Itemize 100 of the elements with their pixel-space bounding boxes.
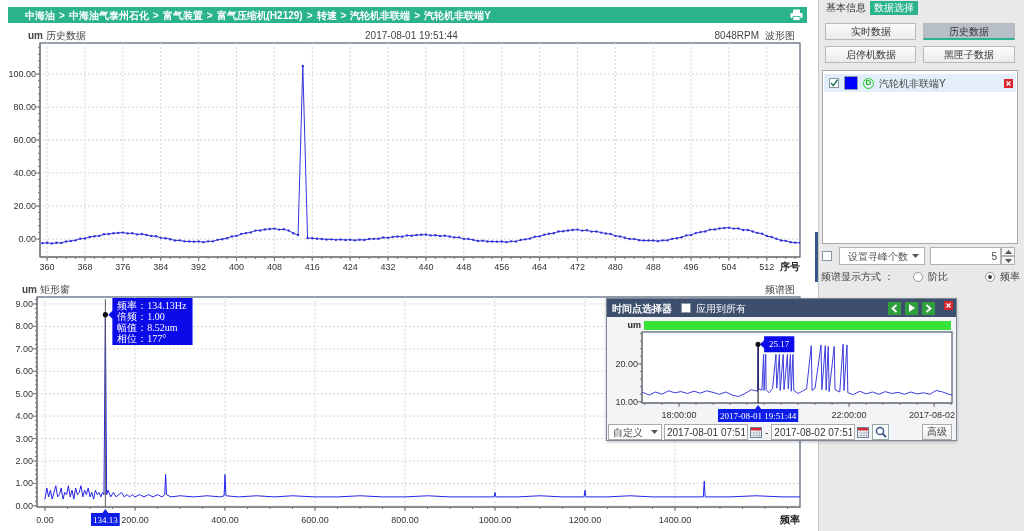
y-axis-label: 3.00 — [15, 433, 33, 444]
view-name: 波形图 — [765, 30, 795, 41]
next-button[interactable] — [922, 301, 935, 315]
data-source-button[interactable]: 实时数据 — [825, 23, 916, 40]
ref-line-label: 134.13 — [92, 515, 119, 525]
checkbox[interactable] — [822, 251, 832, 261]
x-axis-label: 408 — [266, 262, 282, 272]
y-axis-label: 2.00 — [15, 456, 33, 466]
advanced-button[interactable]: 高级 — [922, 424, 952, 440]
x-axis-label: 22:00:00 — [831, 410, 867, 420]
x-axis-label: 800.00 — [391, 515, 419, 525]
chart-title: 矩形窗 — [40, 284, 70, 295]
caret-icon — [651, 430, 658, 434]
range-separator: - — [765, 425, 769, 440]
x-axis-label: 376 — [115, 262, 131, 272]
y-axis-label: 8.00 — [15, 321, 33, 332]
peak-count-field[interactable]: 5 — [930, 247, 1001, 265]
y-axis-label: 40.00 — [13, 168, 36, 178]
printer-icon[interactable] — [790, 9, 803, 21]
checkbox[interactable] — [681, 303, 691, 313]
channel-row[interactable]: D 汽轮机非联端Y — [824, 74, 1016, 92]
radio-icon[interactable] — [984, 271, 995, 282]
chart-title: 历史数据 — [46, 30, 86, 41]
y-axis-label: 7.00 — [15, 343, 33, 354]
x-axis-label: 480 — [607, 262, 623, 272]
x-axis-label: 400.00 — [211, 515, 239, 525]
y-axis-label: 1.00 — [15, 478, 33, 489]
data-source-button[interactable]: 启停机数据 — [825, 46, 916, 63]
speed-reading: 8048RPM — [714, 30, 759, 41]
x-axis-label: 400 — [229, 262, 245, 272]
x-axis-label: 1000.00 — [478, 515, 512, 525]
y-axis-label: 10.00 — [615, 396, 638, 407]
radio-option[interactable]: 频率 — [984, 269, 1020, 284]
x-axis-label: 440 — [418, 262, 434, 272]
timestamp: 2017-08-01 19:51:44 — [365, 30, 458, 42]
x-axis-label: 416 — [304, 262, 320, 272]
y-axis-label: 20.00 — [13, 201, 36, 211]
calendar-icon[interactable] — [750, 426, 762, 438]
radio-icon[interactable] — [912, 271, 923, 282]
y-axis-label: 20.00 — [615, 358, 638, 369]
collapse-handle[interactable] — [815, 232, 818, 282]
x-axis-label: 1200.00 — [568, 515, 602, 525]
x-axis-title: 序号 — [780, 261, 800, 272]
tooltip-line: 相位：177° — [117, 333, 167, 344]
spin-down-button[interactable] — [1001, 256, 1015, 265]
x-axis-label: 368 — [77, 262, 93, 272]
x-axis-label: 504 — [721, 262, 737, 272]
x-axis-label: 432 — [380, 262, 396, 272]
play-button[interactable] — [905, 301, 918, 315]
range-select[interactable]: 自定义 — [608, 424, 662, 440]
end-date-field[interactable]: 2017-08-02 07:51 — [771, 424, 856, 440]
y-axis-label: 0.00 — [15, 500, 33, 511]
cursor-marker — [102, 312, 108, 318]
time-cursor-label: 2017-08-01 19:51:44 — [717, 405, 799, 422]
close-icon[interactable] — [944, 301, 953, 310]
y-axis-label: 80.00 — [13, 102, 36, 112]
spin-up-button[interactable] — [1001, 247, 1015, 256]
panel-tab[interactable]: 基本信息 — [822, 1, 870, 15]
search-button[interactable] — [872, 424, 890, 440]
x-axis-label: 384 — [153, 262, 169, 272]
close-icon[interactable] — [1004, 78, 1013, 88]
calendar-icon[interactable] — [857, 426, 870, 438]
view-name: 频谱图 — [765, 284, 795, 295]
x-axis-label: 360 — [39, 262, 55, 272]
x-axis-label: 2017-08-02 — [908, 410, 955, 420]
chevron-right-icon — [925, 303, 932, 313]
x-axis-label: 424 — [342, 262, 358, 272]
unit-label: um — [626, 321, 642, 330]
peak-mode-select[interactable]: 设置寻峰个数 — [839, 247, 925, 265]
cursor-value-label: 134.13 — [91, 509, 120, 526]
data-source-button[interactable]: 黑匣子数据 — [923, 46, 1015, 63]
x-axis-label: 472 — [569, 262, 585, 272]
x-axis-label: 200.00 — [121, 515, 149, 525]
breadcrumb-separator: > — [306, 8, 313, 23]
annotation: 25.17 — [769, 339, 790, 350]
y-axis-label: 4.00 — [15, 411, 33, 422]
x-axis-label: 464 — [532, 262, 548, 272]
play-icon — [908, 304, 915, 312]
checkbox[interactable] — [829, 78, 839, 88]
apply-all-option[interactable]: 应用到所有 — [681, 300, 746, 316]
breadcrumb-separator: > — [414, 8, 421, 23]
previous-button[interactable] — [888, 301, 901, 315]
x-axis-label: 496 — [683, 262, 699, 272]
display-mode-label: 频谱显示方式 ： — [821, 270, 894, 284]
tooltip-line: 倍频：1.00 — [117, 311, 165, 322]
radio-option[interactable]: 阶比 — [912, 269, 948, 284]
channel-name: 汽轮机非联端Y — [879, 76, 946, 91]
y-axis-label: 60.00 — [13, 135, 36, 145]
cursor-marker — [755, 341, 761, 347]
x-axis-label: 0.00 — [36, 515, 54, 525]
x-axis-label: 392 — [191, 262, 207, 272]
triangle-down-icon — [1004, 258, 1012, 263]
x-axis-label: 448 — [456, 262, 472, 272]
y-axis-label: 5.00 — [15, 388, 33, 399]
data-source-button[interactable]: 历史数据 — [923, 23, 1015, 40]
x-axis-label: 1400.00 — [658, 515, 692, 525]
unit-label: um — [28, 30, 43, 41]
x-axis-label: 512 — [759, 262, 775, 272]
x-axis-label: 456 — [494, 262, 510, 272]
start-date-field[interactable]: 2017-08-01 07:51 — [664, 424, 748, 440]
